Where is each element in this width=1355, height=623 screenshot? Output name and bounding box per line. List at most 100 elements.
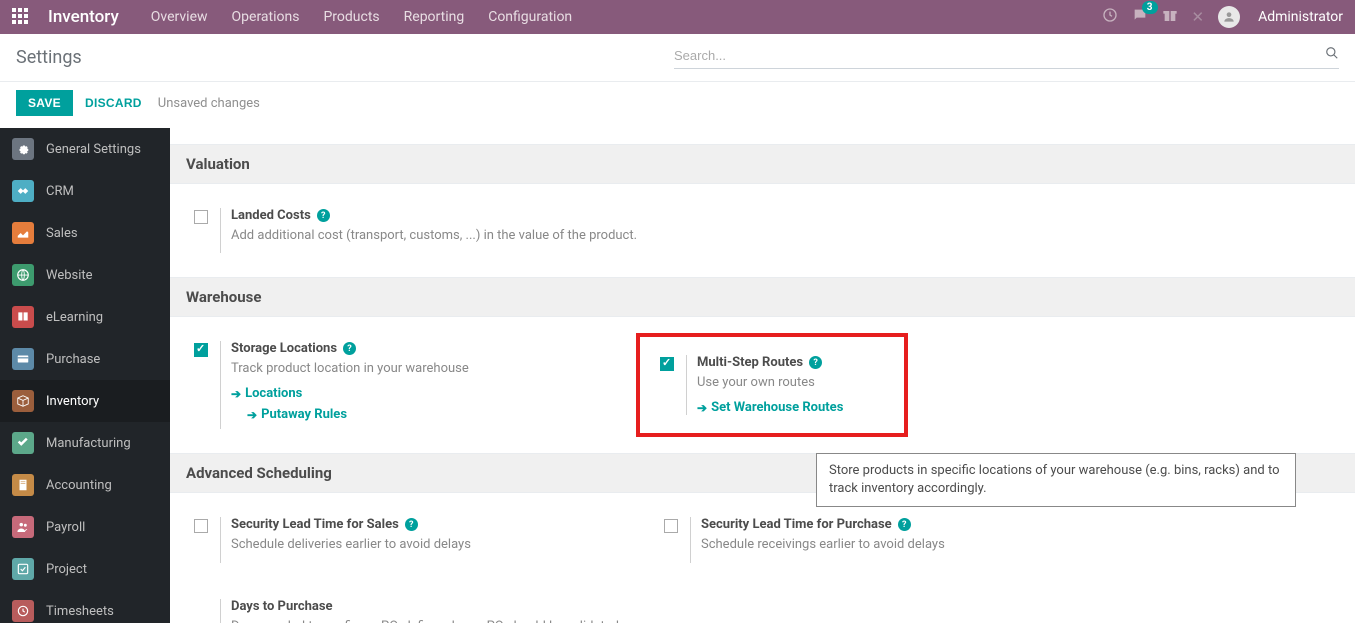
setting-storage-locations: Storage Locations ? Track product locati… xyxy=(186,333,656,437)
chart-icon xyxy=(12,222,34,244)
setting-label: Security Lead Time for Purchase xyxy=(701,517,892,532)
setting-days-purchase: Days to Purchase Days needed to confirm … xyxy=(186,591,1339,623)
sidebar: General Settings CRM Sales Website eLear… xyxy=(0,128,170,623)
sidebar-item-label: Purchase xyxy=(46,352,100,367)
section-valuation: Valuation xyxy=(170,144,1355,184)
sidebar-item-label: Payroll xyxy=(46,520,85,535)
setting-desc: Days needed to confirm a PO, define when… xyxy=(231,618,1331,623)
checkbox-storage-locations[interactable] xyxy=(194,343,208,357)
chat-icon[interactable]: 3 xyxy=(1132,7,1148,27)
document-icon xyxy=(12,474,34,496)
sidebar-item-label: Sales xyxy=(46,226,78,241)
setting-landed-costs: Landed Costs ? Add additional cost (tran… xyxy=(186,200,656,261)
gear-icon xyxy=(12,138,34,160)
handshake-icon xyxy=(12,180,34,202)
help-icon[interactable]: ? xyxy=(343,342,356,355)
save-button[interactable]: SAVE xyxy=(16,90,73,116)
search-input[interactable] xyxy=(674,48,1325,63)
top-nav: Inventory Overview Operations Products R… xyxy=(0,0,1355,34)
control-panel: Settings xyxy=(0,34,1355,82)
link-set-warehouse-routes[interactable]: ➔Set Warehouse Routes xyxy=(697,400,896,415)
sidebar-item-general[interactable]: General Settings xyxy=(0,128,170,170)
sidebar-item-crm[interactable]: CRM xyxy=(0,170,170,212)
wrench-icon xyxy=(12,432,34,454)
help-icon[interactable]: ? xyxy=(317,209,330,222)
brand-title[interactable]: Inventory xyxy=(48,7,119,27)
setting-multi-step-routes: Multi-Step Routes ? Use your own routes … xyxy=(648,355,896,415)
nav-operations[interactable]: Operations xyxy=(232,9,300,25)
setting-desc: Track product location in your warehouse xyxy=(231,360,648,378)
sidebar-item-inventory[interactable]: Inventory xyxy=(0,380,170,422)
check-icon xyxy=(12,558,34,580)
sidebar-item-label: General Settings xyxy=(46,142,141,157)
arrow-icon: ➔ xyxy=(231,387,241,401)
checkbox-purchase-lead[interactable] xyxy=(664,519,678,533)
nav-configuration[interactable]: Configuration xyxy=(488,9,572,25)
setting-sales-lead: Security Lead Time for Sales ? Schedule … xyxy=(186,509,656,570)
gift-icon[interactable] xyxy=(1162,7,1178,27)
setting-purchase-lead: Security Lead Time for Purchase ? Schedu… xyxy=(656,509,1126,570)
setting-desc: Use your own routes xyxy=(697,374,896,392)
sidebar-item-label: Inventory xyxy=(46,394,99,409)
setting-desc: Add additional cost (transport, customs,… xyxy=(231,227,648,245)
link-locations[interactable]: ➔Locations xyxy=(231,386,648,401)
sidebar-item-elearning[interactable]: eLearning xyxy=(0,296,170,338)
nav-overview[interactable]: Overview xyxy=(151,9,208,25)
nav-products[interactable]: Products xyxy=(323,9,379,25)
setting-label: Days to Purchase xyxy=(231,599,333,614)
sidebar-item-timesheets[interactable]: Timesheets xyxy=(0,590,170,623)
link-putaway-rules[interactable]: ➔Putaway Rules xyxy=(247,407,648,422)
sidebar-item-purchase[interactable]: Purchase xyxy=(0,338,170,380)
nav-right: 3 ✕ Administrator xyxy=(1102,6,1344,28)
page-title: Settings xyxy=(16,47,82,68)
warehouse-grid: Storage Locations ? Track product locati… xyxy=(170,317,1355,453)
nav-reporting[interactable]: Reporting xyxy=(404,9,465,25)
sidebar-item-project[interactable]: Project xyxy=(0,548,170,590)
checkbox-sales-lead[interactable] xyxy=(194,519,208,533)
scheduling-grid: Security Lead Time for Sales ? Schedule … xyxy=(170,493,1355,623)
search-wrap xyxy=(674,46,1339,69)
search-icon[interactable] xyxy=(1325,46,1339,64)
discard-button[interactable]: DISCARD xyxy=(85,96,142,110)
arrow-icon: ➔ xyxy=(697,401,707,415)
highlight-multi-step-routes: Multi-Step Routes ? Use your own routes … xyxy=(636,333,908,437)
sidebar-item-label: Accounting xyxy=(46,478,112,493)
setting-label: Landed Costs xyxy=(231,208,311,223)
checkbox-multi-step-routes[interactable] xyxy=(660,357,674,371)
sidebar-item-label: Timesheets xyxy=(46,604,114,619)
sidebar-item-label: Project xyxy=(46,562,87,577)
box-icon xyxy=(12,390,34,412)
activity-icon[interactable] xyxy=(1102,7,1118,27)
tools-icon[interactable]: ✕ xyxy=(1192,8,1205,26)
book-icon xyxy=(12,306,34,328)
people-icon xyxy=(12,516,34,538)
sidebar-item-website[interactable]: Website xyxy=(0,254,170,296)
globe-icon xyxy=(12,264,34,286)
arrow-icon: ➔ xyxy=(247,408,257,422)
setting-desc: Schedule receivings earlier to avoid del… xyxy=(701,536,1118,554)
sidebar-item-payroll[interactable]: Payroll xyxy=(0,506,170,548)
sidebar-item-sales[interactable]: Sales xyxy=(0,212,170,254)
main-area: General Settings CRM Sales Website eLear… xyxy=(0,128,1355,623)
avatar[interactable] xyxy=(1218,6,1240,28)
sidebar-item-manufacturing[interactable]: Manufacturing xyxy=(0,422,170,464)
setting-label: Multi-Step Routes xyxy=(697,355,803,370)
valuation-grid: Landed Costs ? Add additional cost (tran… xyxy=(170,184,1355,277)
sidebar-item-label: Website xyxy=(46,268,93,283)
sidebar-item-label: Manufacturing xyxy=(46,436,131,451)
unsaved-msg: Unsaved changes xyxy=(158,96,260,111)
tooltip: Store products in specific locations of … xyxy=(816,453,1296,507)
sidebar-item-label: CRM xyxy=(46,184,74,199)
checkbox-landed-costs[interactable] xyxy=(194,210,208,224)
nav-menu: Overview Operations Products Reporting C… xyxy=(151,9,572,25)
help-icon[interactable]: ? xyxy=(898,518,911,531)
help-icon[interactable]: ? xyxy=(809,356,822,369)
apps-icon[interactable] xyxy=(12,8,30,26)
help-icon[interactable]: ? xyxy=(405,518,418,531)
setting-label: Security Lead Time for Sales xyxy=(231,517,399,532)
setting-label: Storage Locations xyxy=(231,341,337,356)
buttons-row: SAVE DISCARD Unsaved changes xyxy=(0,82,1355,128)
sidebar-item-accounting[interactable]: Accounting xyxy=(0,464,170,506)
sidebar-item-label: eLearning xyxy=(46,310,103,325)
user-name[interactable]: Administrator xyxy=(1258,9,1343,25)
